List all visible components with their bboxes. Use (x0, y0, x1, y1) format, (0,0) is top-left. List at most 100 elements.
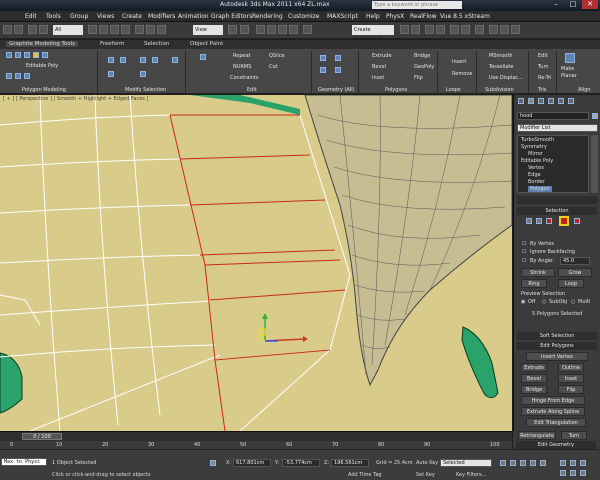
edit-polygons-rollout[interactable]: Edit Polygons (517, 342, 597, 350)
make-planar-icon[interactable] (565, 53, 575, 63)
stack-item-mirror[interactable]: Mirror (528, 151, 543, 157)
menu-modifiers[interactable]: Modifiers (148, 13, 175, 20)
named-selection-dropdown[interactable]: Create Selection Se (352, 25, 394, 43)
timeline[interactable]: 0 / 100 0 10 20 30 40 50 60 70 80 90 100 (0, 431, 512, 450)
retriangulate-button[interactable]: Retriangulate (518, 431, 556, 440)
graphite-toggle-icon[interactable] (436, 25, 445, 34)
undo-icon[interactable] (3, 25, 12, 34)
angle-snap-icon[interactable] (267, 25, 276, 34)
menu-customize[interactable]: Customize (288, 13, 320, 20)
by-angle-spinner[interactable]: 45.0 (560, 257, 590, 265)
edge-mode-icon[interactable] (15, 52, 21, 58)
reference-coordinate-dropdown[interactable]: View (193, 25, 223, 35)
pivot-center-icon[interactable] (228, 25, 237, 34)
scale-icon[interactable] (157, 25, 166, 34)
spinner-snap-icon[interactable] (289, 25, 298, 34)
menu-group[interactable]: Group (70, 13, 88, 20)
rectangular-selection-icon[interactable] (110, 25, 119, 34)
group-subdivision[interactable]: Subdivision (485, 87, 514, 93)
bridge-button[interactable]: Bridge (414, 53, 430, 59)
tab-selection[interactable]: Selection (144, 41, 169, 47)
snaps-toggle-icon[interactable] (256, 25, 265, 34)
z-coordinate-field[interactable]: 196.561cm (331, 459, 369, 467)
edit-triangulation-button[interactable]: Edit Triangulation (526, 418, 586, 427)
attach-icon[interactable] (335, 67, 341, 73)
similar-selection-icon[interactable] (172, 57, 178, 63)
preview-multi-radio[interactable]: ○ (571, 299, 575, 305)
field-of-view-icon[interactable] (560, 470, 566, 476)
loop-button[interactable]: Loop (558, 279, 584, 288)
group-polygon-modeling[interactable]: Polygon Modeling (22, 87, 66, 93)
material-editor-icon[interactable] (475, 25, 484, 34)
geopoly-button[interactable]: GeoPoly (414, 64, 434, 70)
detach-icon[interactable] (320, 67, 326, 73)
menu-maxscript[interactable]: MAXScript (327, 13, 358, 20)
flip-button[interactable]: Flip (414, 75, 423, 81)
stack-item-border[interactable]: Border (528, 179, 545, 185)
ignore-backfacing-checkbox[interactable]: ☐ (522, 249, 526, 255)
sel-border-icon[interactable] (546, 218, 552, 224)
menu-help[interactable]: Help (366, 13, 380, 20)
tessellate-button[interactable]: Tessellate (489, 64, 513, 70)
element-mode-icon[interactable] (42, 52, 48, 58)
select-and-manipulate-icon[interactable] (240, 25, 249, 34)
stack-item-edge[interactable]: Edge (528, 172, 541, 178)
auto-key-button[interactable]: Auto Key (416, 460, 438, 466)
play-icon[interactable] (520, 460, 526, 466)
select-step-icon[interactable] (140, 71, 146, 77)
use-displacement-button[interactable]: Use Displac... (489, 75, 523, 81)
bridge-cmd-button[interactable]: Bridge (521, 385, 547, 394)
key-filters-button[interactable]: Key Filters... (456, 472, 486, 478)
goto-end-icon[interactable] (540, 460, 546, 466)
menu-edit[interactable]: Edit (25, 13, 37, 20)
tab-object-paint[interactable]: Object Paint (190, 41, 223, 47)
pin-stack-icon[interactable] (6, 73, 12, 79)
window-crossing-icon[interactable] (121, 25, 130, 34)
display-tab-icon[interactable] (558, 98, 564, 104)
motion-tab-icon[interactable] (548, 98, 554, 104)
vertex-mode-icon[interactable] (6, 52, 12, 58)
create-tab-icon[interactable] (518, 98, 524, 104)
modifier-list-dropdown[interactable]: Modifier List (517, 124, 598, 132)
render-production-icon[interactable] (511, 25, 520, 34)
orbit-icon[interactable] (570, 470, 576, 476)
shrink-button[interactable]: Shrink (521, 268, 555, 277)
align-icon[interactable] (411, 25, 420, 34)
utilities-tab-icon[interactable] (568, 98, 574, 104)
retri-button[interactable]: Re-Tri (538, 75, 551, 81)
redo-icon[interactable] (14, 25, 23, 34)
menu-animation[interactable]: Animation (178, 13, 209, 20)
add-time-tag-button[interactable]: Add Time Tag (348, 472, 382, 478)
bevel-button[interactable]: Bevel (372, 64, 386, 70)
qslice-button[interactable]: QSlice (269, 53, 285, 59)
render-setup-icon[interactable] (489, 25, 498, 34)
goto-start-icon[interactable] (500, 460, 506, 466)
loop-selection-icon[interactable] (140, 57, 146, 63)
polygon-mode-icon[interactable] (33, 52, 39, 58)
turn-button[interactable]: Turn (561, 431, 587, 440)
selection-rollout[interactable]: Selection (517, 207, 597, 215)
curve-editor-icon[interactable] (450, 25, 459, 34)
sel-edge-icon[interactable] (536, 218, 542, 224)
prev-frame-icon[interactable] (510, 460, 516, 466)
stack-item-vertex[interactable]: Vertex (528, 165, 544, 171)
menu-create[interactable]: Create (122, 13, 142, 20)
menu-graph-editors[interactable]: Graph Editors (211, 13, 252, 20)
time-slider[interactable]: 0 / 100 (22, 433, 62, 440)
repeat-button[interactable]: Repeat (233, 53, 251, 59)
menu-tools[interactable]: Tools (46, 13, 61, 20)
edit-named-selection-icon[interactable] (303, 25, 312, 34)
ring-selection-icon[interactable] (152, 57, 158, 63)
relax-icon[interactable] (320, 55, 326, 61)
group-polygons[interactable]: Polygons (385, 87, 407, 93)
inset-cmd-button[interactable]: Inset (558, 374, 584, 383)
group-edit[interactable]: Edit (247, 87, 257, 93)
constraints-button[interactable]: Constraints (230, 75, 259, 81)
menu-views[interactable]: Views (97, 13, 114, 20)
edit-tris-button[interactable]: Edit (538, 53, 548, 59)
y-coordinate-field[interactable]: -53.774cm (282, 459, 320, 467)
extrude-cmd-button[interactable]: Extrude (521, 363, 547, 372)
soft-selection-rollout[interactable]: Soft Selection (517, 332, 597, 340)
select-object-icon[interactable] (88, 25, 97, 34)
select-outline-icon[interactable] (108, 71, 114, 77)
